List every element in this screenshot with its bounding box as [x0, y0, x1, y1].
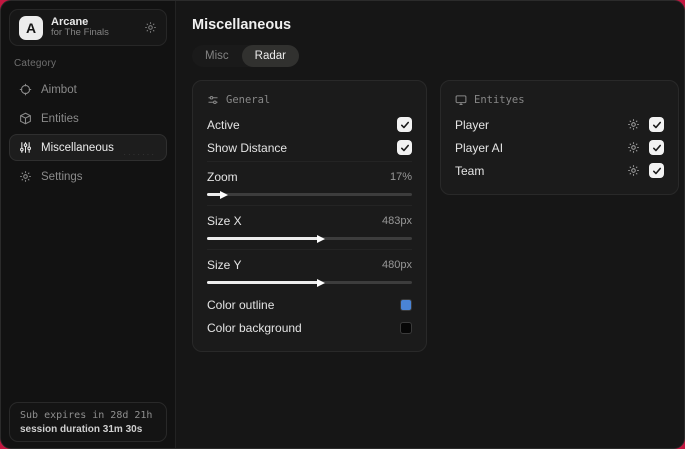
- size-y-value: 480px: [382, 258, 412, 271]
- entities-panel-title: Entityes: [474, 94, 525, 106]
- brand-logo: A: [19, 15, 43, 40]
- brand-text: Arcane for The Finals: [51, 16, 109, 40]
- size-y-slider[interactable]: [207, 278, 412, 287]
- slider-label: Zoom: [207, 169, 238, 184]
- show-distance-checkbox[interactable]: [397, 140, 412, 155]
- color-outline-swatch[interactable]: [400, 298, 412, 311]
- toggle-label: Show Distance: [207, 140, 288, 155]
- crosshair-icon: [19, 83, 32, 96]
- divider: [207, 205, 412, 206]
- sidebar-item-label: Entities: [41, 112, 79, 125]
- sidebar-item-settings[interactable]: Settings: [9, 163, 167, 190]
- sliders-icon: [207, 94, 219, 106]
- category-label: Category: [14, 58, 57, 69]
- slider-row-zoom: Zoom 17%: [207, 165, 412, 188]
- entity-row-player: Player: [455, 113, 664, 136]
- sidebar-item-miscellaneous[interactable]: Miscellaneous ·······: [9, 134, 167, 161]
- tab-bar: Misc Radar: [192, 45, 299, 67]
- toggle-row-active: Active: [207, 113, 412, 136]
- slider-thumb[interactable]: [220, 190, 229, 199]
- size-x-value: 483px: [382, 214, 412, 227]
- cube-icon: [19, 112, 32, 125]
- entities-panel: Entityes Player Player AI Team: [440, 80, 679, 195]
- gear-icon[interactable]: [627, 164, 640, 177]
- entity-label: Player AI: [455, 140, 504, 155]
- main-content: Miscellaneous Misc Radar General Active …: [176, 1, 684, 448]
- sidebar-item-aimbot[interactable]: Aimbot: [9, 76, 167, 103]
- sub-expiry-text: Sub expires in 28d 21h: [20, 410, 153, 421]
- slider-row-size-y: Size Y 480px: [207, 253, 412, 276]
- page-title: Miscellaneous: [192, 17, 292, 33]
- brand-card: A Arcane for The Finals: [9, 9, 167, 46]
- app-window: A Arcane for The Finals Category Aimbot: [0, 0, 685, 449]
- gear-icon[interactable]: [627, 118, 640, 131]
- team-checkbox[interactable]: [649, 163, 664, 178]
- zoom-slider[interactable]: [207, 190, 412, 199]
- zoom-value: 17%: [389, 170, 412, 183]
- entity-row-player-ai: Player AI: [455, 136, 664, 159]
- slider-fill: [207, 237, 320, 240]
- entity-label: Team: [455, 163, 485, 178]
- sidebar: A Arcane for The Finals Category Aimbot: [1, 1, 176, 448]
- sidebar-item-label: Miscellaneous: [41, 141, 114, 154]
- general-panel-header: General: [207, 94, 412, 106]
- toggle-label: Active: [207, 117, 240, 132]
- brand-subtitle: for The Finals: [51, 27, 109, 39]
- panels-row: General Active Show Distance Zoom 17% Si…: [192, 80, 679, 352]
- tab-misc[interactable]: Misc: [192, 45, 242, 67]
- divider: [207, 161, 412, 162]
- entity-label: Player: [455, 117, 490, 132]
- color-background-swatch[interactable]: [400, 321, 412, 334]
- player-ai-checkbox[interactable]: [649, 140, 664, 155]
- color-row-outline: Color outline: [207, 293, 412, 316]
- player-checkbox[interactable]: [649, 117, 664, 132]
- monitor-icon: [455, 94, 467, 106]
- color-label: Color outline: [207, 297, 275, 312]
- gear-icon: [19, 170, 32, 183]
- general-panel: General Active Show Distance Zoom 17% Si…: [192, 80, 427, 352]
- gear-icon[interactable]: [627, 141, 640, 154]
- entities-panel-header: Entityes: [455, 94, 664, 106]
- slider-thumb[interactable]: [316, 278, 325, 287]
- slider-label: Size X: [207, 213, 242, 228]
- slider-row-size-x: Size X 483px: [207, 209, 412, 232]
- tab-radar[interactable]: Radar: [241, 45, 299, 67]
- sidebar-item-label: Settings: [41, 170, 83, 183]
- color-label: Color background: [207, 320, 302, 335]
- entity-row-team: Team: [455, 159, 664, 182]
- sidebar-item-entities[interactable]: Entities: [9, 105, 167, 132]
- active-checkbox[interactable]: [397, 117, 412, 132]
- size-x-slider[interactable]: [207, 234, 412, 243]
- session-duration-text: session duration 31m 30s: [20, 424, 143, 435]
- slider-thumb[interactable]: [316, 234, 325, 243]
- toggle-row-show-distance: Show Distance: [207, 136, 412, 159]
- gear-icon[interactable]: [144, 21, 157, 34]
- color-row-background: Color background: [207, 316, 412, 339]
- divider: [207, 249, 412, 250]
- subscription-card: Sub expires in 28d 21h session duration …: [9, 402, 167, 442]
- slider-label: Size Y: [207, 257, 242, 272]
- slider-fill: [207, 281, 320, 284]
- sidebar-item-label: Aimbot: [41, 83, 77, 96]
- texture-dots: ·······: [123, 150, 156, 159]
- sliders-icon: [19, 141, 32, 154]
- general-panel-title: General: [226, 94, 271, 106]
